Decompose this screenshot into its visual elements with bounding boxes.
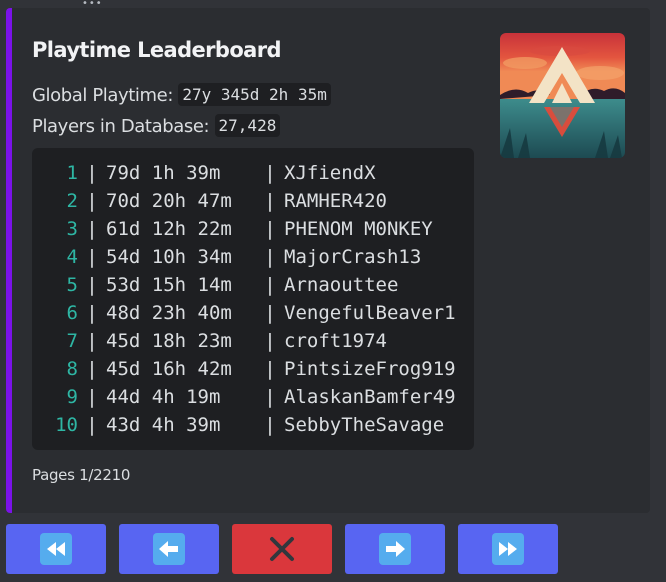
leaderboard-row: 2 | 70d 20h 47m | RAMHER420 [52,187,456,215]
leaderboard-rows: 1 | 79d 1h 39m | XJfiendX 2 | 70d 20h 47m | RAMHE… [52,159,456,439]
arrow-left-icon [153,533,185,565]
leaderboard-rank: 5 [66,274,78,296]
row-separator: | [86,386,98,408]
row-separator: | [264,414,276,436]
fast-forward-icon [492,533,524,565]
row-separator: | [86,414,98,436]
leaderboard-playtime: 70d 20h 47m [106,190,232,212]
row-separator: | [264,274,276,296]
leaderboard-playtime: 48d 23h 40m [106,302,232,324]
leaderboard-player-name: XJfiendX [284,162,376,184]
rewind-icon [40,533,72,565]
global-playtime-line: Global Playtime: 27y 345d 2h 35m [32,83,331,106]
pagination-footer: Pages 1/2210 [32,466,131,484]
row-separator: | [86,358,98,380]
leaderboard-player-name: PintsizeFrog919 [284,358,456,380]
row-separator: | [264,358,276,380]
leaderboard-rank: 9 [66,386,78,408]
leaderboard-player-name: SebbyTheSavage [284,414,445,436]
leaderboard-playtime: 54d 10h 34m [106,246,232,268]
leaderboard-rank: 10 [55,414,78,436]
close-x-icon [270,537,294,561]
leaderboard-rank: 1 [66,162,78,184]
leaderboard-code-block: 1 | 79d 1h 39m | XJfiendX 2 | 70d 20h 47m | RAMHE… [32,148,474,450]
leaderboard-row: 5 | 53d 15h 14m | Arnaouttee [52,271,456,299]
leaderboard-row: 7 | 45d 18h 23m | croft1974 [52,327,456,355]
next-page-button[interactable] [345,524,445,574]
embed-accent-bar [6,8,12,513]
leaderboard-rank: 6 [66,302,78,324]
leaderboard-row: 6 | 48d 23h 40m | VengefulBeaver1 [52,299,456,327]
row-separator: | [86,246,98,268]
global-playtime-value: 27y 345d 2h 35m [178,83,331,106]
last-page-button[interactable] [458,524,558,574]
row-separator: | [86,302,98,324]
leaderboard-row: 8 | 45d 16h 42m | PintsizeFrog919 [52,355,456,383]
players-line: Players in Database: 27,428 [32,114,281,137]
leaderboard-row: 1 | 79d 1h 39m | XJfiendX [52,159,456,187]
leaderboard-rank: 3 [66,218,78,240]
leaderboard-rank: 8 [66,358,78,380]
leaderboard-playtime: 61d 12h 22m [106,218,232,240]
close-button[interactable] [232,524,332,574]
leaderboard-rank: 2 [66,190,78,212]
leaderboard-player-name: MajorCrash13 [284,246,422,268]
leaderboard-rank: 4 [66,246,78,268]
row-separator: | [86,218,98,240]
leaderboard-player-name: PHENOM M0NKEY [284,218,433,240]
row-separator: | [86,190,98,212]
row-separator: | [264,218,276,240]
row-separator: | [86,162,98,184]
leaderboard-rank: 7 [66,330,78,352]
row-separator: | [264,190,276,212]
mountain-logo-icon [500,33,625,158]
row-separator: | [264,302,276,324]
global-playtime-label: Global Playtime: [32,85,174,106]
leaderboard-row: 10 | 43d 4h 39m | SebbyTheSavage [52,411,456,439]
leaderboard-player-name: Arnaouttee [284,274,399,296]
row-separator: | [264,386,276,408]
leaderboard-player-name: RAMHER420 [284,190,387,212]
leaderboard-playtime: 45d 16h 42m [106,358,232,380]
leaderboard-playtime: 45d 18h 23m [106,330,232,352]
leaderboard-embed: Playtime Leaderboard Global Playtime: 27… [6,8,650,513]
first-page-button[interactable] [6,524,106,574]
leaderboard-row: 4 | 54d 10h 34m | MajorCrash13 [52,243,456,271]
leaderboard-playtime: 53d 15h 14m [106,274,232,296]
row-separator: | [264,246,276,268]
leaderboard-player-name: croft1974 [284,330,387,352]
embed-title: Playtime Leaderboard [32,38,282,62]
players-value: 27,428 [214,114,281,137]
row-separator: | [86,274,98,296]
leaderboard-player-name: AlaskanBamfer49 [284,386,456,408]
leaderboard-player-name: VengefulBeaver1 [284,302,456,324]
players-label: Players in Database: [32,116,210,137]
previous-page-button[interactable] [119,524,219,574]
leaderboard-row: 3 | 61d 12h 22m | PHENOM M0NKEY [52,215,456,243]
leaderboard-playtime: 43d 4h 39m [106,414,221,436]
arrow-right-icon [379,533,411,565]
leaderboard-row: 9 | 44d 4h 19m | AlaskanBamfer49 [52,383,456,411]
row-separator: | [264,162,276,184]
row-separator: | [86,330,98,352]
row-separator: | [264,330,276,352]
leaderboard-playtime: 44d 4h 19m [106,386,221,408]
leaderboard-playtime: 79d 1h 39m [106,162,221,184]
thumbnail-mountain-logo[interactable] [500,33,625,158]
